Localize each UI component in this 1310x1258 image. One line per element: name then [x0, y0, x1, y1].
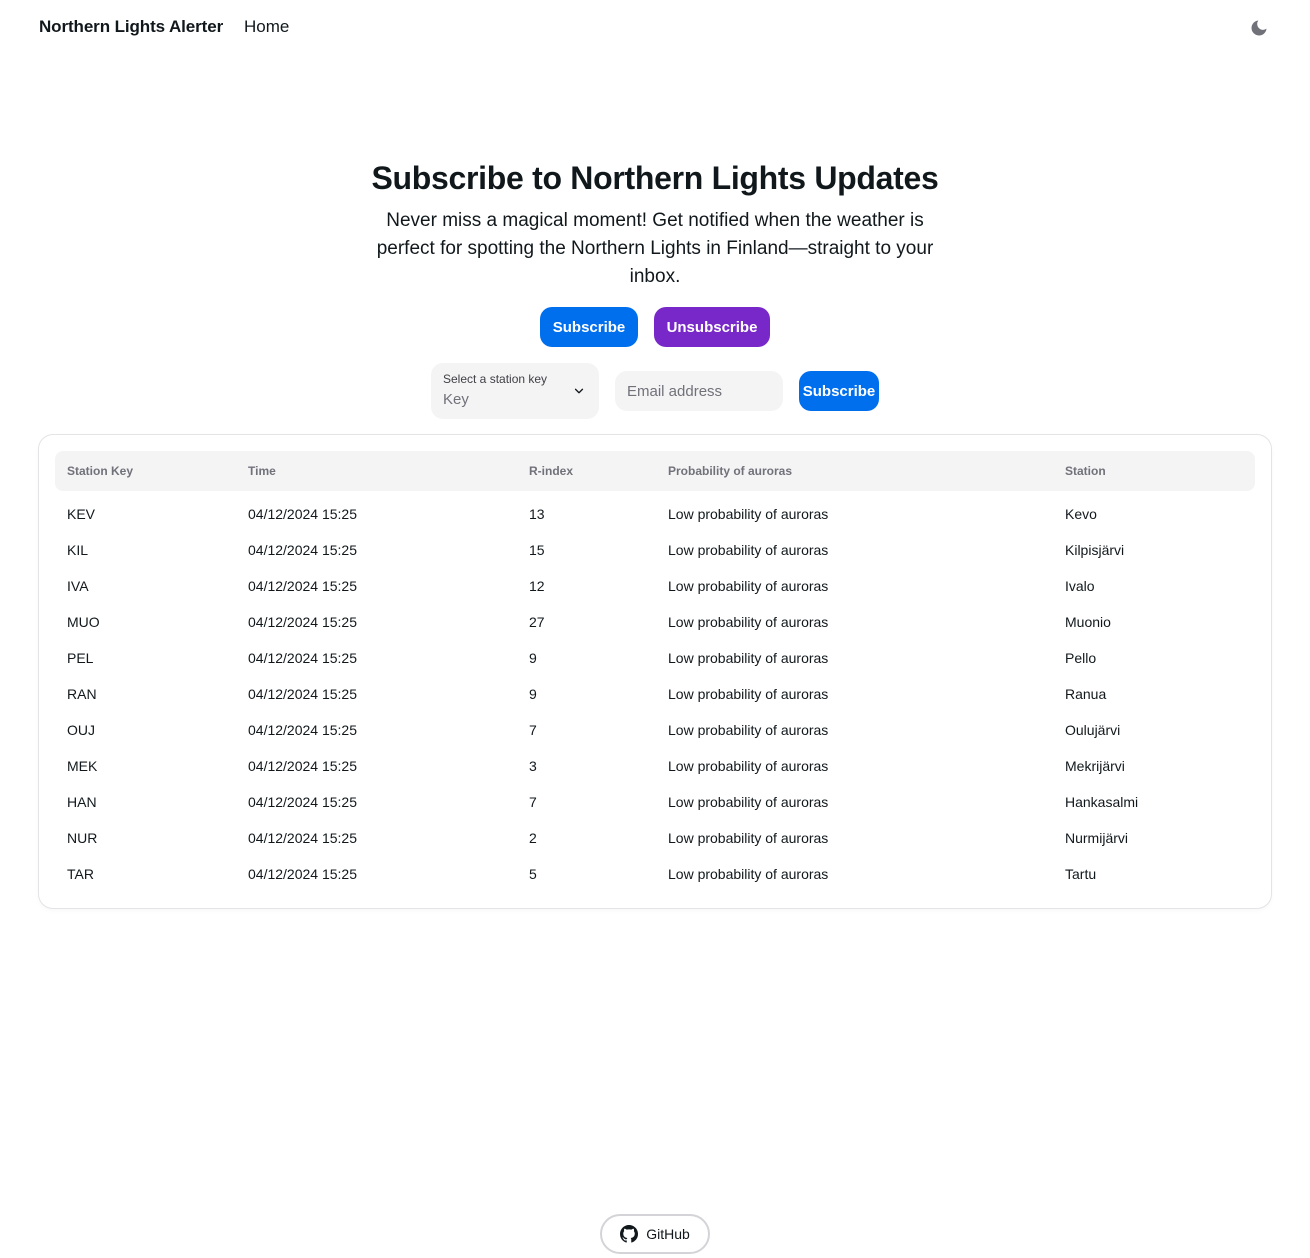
cell-station: Ranua: [1065, 686, 1107, 702]
cell-time: 04/12/2024 15:25: [248, 542, 357, 558]
cell-station: Mekrijärvi: [1065, 758, 1125, 774]
cell-probability: Low probability of auroras: [668, 722, 829, 738]
cell-time: 04/12/2024 15:25: [248, 758, 357, 774]
moon-icon: [1251, 20, 1267, 36]
cell-r-index: 15: [529, 542, 545, 558]
column-header-station-key[interactable]: Station Key: [67, 464, 133, 478]
cell-station-key: KEV: [67, 506, 96, 522]
cell-r-index: 27: [529, 614, 545, 630]
cell-station-key: OUJ: [67, 722, 95, 738]
cell-r-index: 7: [529, 722, 537, 738]
table-header: Station Key Time R-index Probability of …: [55, 451, 1255, 491]
cell-probability: Low probability of auroras: [668, 794, 829, 810]
cell-station: Kilpisjärvi: [1065, 542, 1125, 558]
cell-station: Tartu: [1065, 866, 1097, 882]
table-row[interactable]: MEK 04/12/2024 15:25 3 Low probability o…: [55, 748, 1255, 784]
cell-station-key: HAN: [67, 794, 97, 810]
brand-title: Northern Lights Alerter: [39, 17, 224, 36]
subscribe-tab-button[interactable]: Subscribe: [540, 307, 638, 347]
cell-time: 04/12/2024 15:25: [248, 506, 357, 522]
cell-time: 04/12/2024 15:25: [248, 830, 357, 846]
cell-r-index: 7: [529, 794, 537, 810]
cell-station: Ivalo: [1065, 578, 1095, 594]
cell-time: 04/12/2024 15:25: [248, 686, 357, 702]
navbar: Northern Lights Alerter Home: [0, 0, 1310, 56]
table-row[interactable]: HAN 04/12/2024 15:25 7 Low probability o…: [55, 784, 1255, 820]
cell-r-index: 2: [529, 830, 537, 846]
cell-station-key: MUO: [67, 614, 100, 630]
cell-probability: Low probability of auroras: [668, 506, 829, 522]
column-header-r-index[interactable]: R-index: [529, 464, 573, 478]
cell-station-key: IVA: [67, 578, 89, 594]
cell-station-key: RAN: [67, 686, 97, 702]
unsubscribe-tab-button[interactable]: Unsubscribe: [654, 307, 770, 347]
column-header-station[interactable]: Station: [1065, 464, 1106, 478]
cell-probability: Low probability of auroras: [668, 578, 829, 594]
github-icon: [620, 1225, 639, 1243]
cell-station: Muonio: [1065, 614, 1111, 630]
cell-time: 04/12/2024 15:25: [248, 722, 357, 738]
cell-station: Pello: [1065, 650, 1097, 666]
github-label: GitHub: [646, 1226, 690, 1242]
cell-probability: Low probability of auroras: [668, 758, 829, 774]
github-link-button[interactable]: GitHub: [600, 1214, 710, 1254]
cell-time: 04/12/2024 15:25: [248, 866, 357, 882]
table-row[interactable]: IVA 04/12/2024 15:25 12 Low probability …: [55, 568, 1255, 604]
cell-probability: Low probability of auroras: [668, 650, 829, 666]
table-row[interactable]: KIL 04/12/2024 15:25 15 Low probability …: [55, 532, 1255, 568]
cell-probability: Low probability of auroras: [668, 686, 829, 702]
cell-station-key: PEL: [67, 650, 94, 666]
table-row[interactable]: PEL 04/12/2024 15:25 9 Low probability o…: [55, 640, 1255, 676]
cell-station-key: KIL: [67, 542, 89, 558]
station-key-select-value: Key: [443, 391, 469, 408]
cell-probability: Low probability of auroras: [668, 542, 829, 558]
table-row[interactable]: MUO 04/12/2024 15:25 27 Low probability …: [55, 604, 1255, 640]
cell-station-key: TAR: [67, 866, 94, 882]
theme-toggle-button[interactable]: [1246, 15, 1272, 41]
table-row[interactable]: TAR 04/12/2024 15:25 5 Low probability o…: [55, 856, 1255, 892]
email-field[interactable]: [615, 371, 783, 411]
cell-r-index: 5: [529, 866, 537, 882]
chevron-down-icon: [574, 388, 584, 394]
cell-station: Hankasalmi: [1065, 794, 1139, 810]
table-row[interactable]: NUR 04/12/2024 15:25 2 Low probability o…: [55, 820, 1255, 856]
cell-time: 04/12/2024 15:25: [248, 614, 357, 630]
cell-station: Nurmijärvi: [1065, 830, 1128, 846]
cell-station-key: MEK: [67, 758, 98, 774]
page-description: Never miss a magical moment! Get notifie…: [376, 210, 934, 287]
cell-probability: Low probability of auroras: [668, 866, 829, 882]
subscribe-submit-button[interactable]: Subscribe: [799, 371, 879, 411]
cell-probability: Low probability of auroras: [668, 614, 829, 630]
page-title: Subscribe to Northern Lights Updates: [371, 160, 939, 196]
table-row[interactable]: RAN 04/12/2024 15:25 9 Low probability o…: [55, 676, 1255, 712]
column-header-probability[interactable]: Probability of auroras: [668, 464, 792, 478]
cell-time: 04/12/2024 15:25: [248, 794, 357, 810]
cell-r-index: 9: [529, 686, 537, 702]
cell-station-key: NUR: [67, 830, 98, 846]
station-key-select[interactable]: Select a station key Key: [431, 363, 599, 419]
cell-r-index: 9: [529, 650, 537, 666]
column-header-time[interactable]: Time: [248, 464, 276, 478]
cell-time: 04/12/2024 15:25: [248, 650, 357, 666]
cell-probability: Low probability of auroras: [668, 830, 829, 846]
cell-r-index: 12: [529, 578, 545, 594]
station-key-select-label: Select a station key: [443, 372, 548, 386]
cell-r-index: 3: [529, 758, 537, 774]
nav-link-home[interactable]: Home: [244, 17, 289, 37]
cell-time: 04/12/2024 15:25: [248, 578, 357, 594]
cell-station: Oulujärvi: [1065, 722, 1121, 738]
cell-station: Kevo: [1065, 506, 1097, 522]
cell-r-index: 13: [529, 506, 545, 522]
table-row[interactable]: KEV 04/12/2024 15:25 13 Low probability …: [55, 496, 1255, 532]
table-row[interactable]: OUJ 04/12/2024 15:25 7 Low probability o…: [55, 712, 1255, 748]
aurora-table: Station Key Time R-index Probability of …: [39, 435, 1271, 908]
